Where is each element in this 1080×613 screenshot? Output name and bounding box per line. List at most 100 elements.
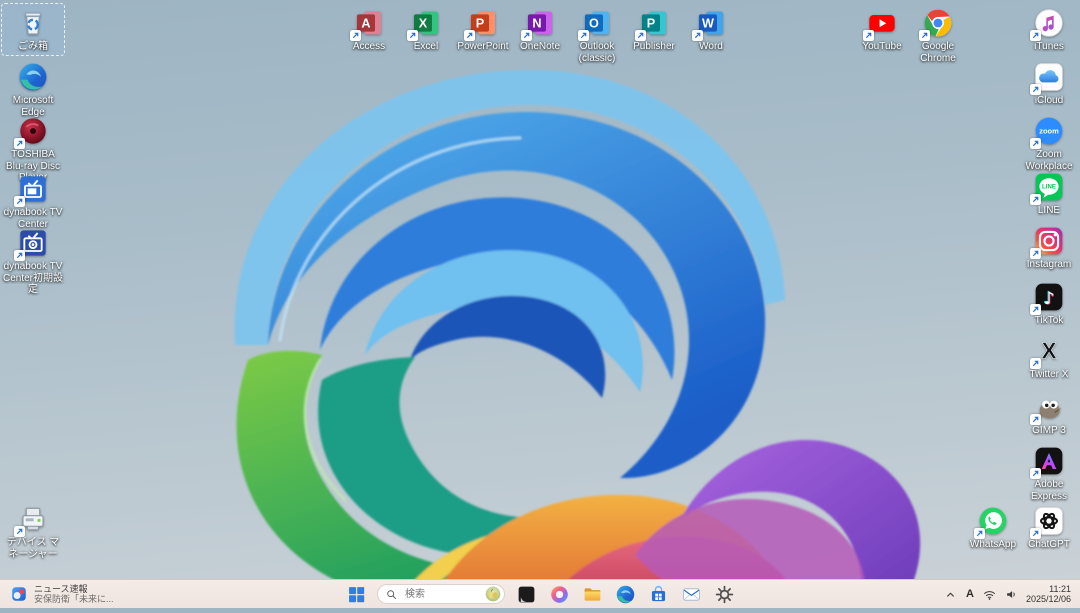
desktop-icon-chatgpt[interactable]: ChatGPT	[1018, 502, 1080, 553]
taskbar-app-store[interactable]	[646, 582, 670, 606]
widgets-icon	[10, 585, 28, 603]
shortcut-arrow-badge	[1030, 304, 1041, 315]
desktop-icon-device-manager[interactable]: デバイス マネージャー	[2, 500, 64, 562]
taskbar-search-box[interactable]	[377, 584, 505, 604]
widgets-news-button[interactable]: ニュース速報 安保防衛「未来に...	[0, 580, 124, 608]
hidden-icons-chevron[interactable]	[943, 587, 958, 602]
outlook-classic-icon: O	[581, 7, 613, 39]
shortcut-arrow-badge	[521, 30, 532, 41]
taskbar-app-mail[interactable]	[679, 582, 703, 606]
recycle-bin-icon	[17, 7, 49, 39]
shortcut-arrow-badge	[14, 250, 25, 261]
desktop-surface[interactable]: ごみ箱Microsoft EdgeTOSHIBA Blu-ray Disc Pl…	[0, 0, 1080, 608]
desktop-icon-label: Outlook (classic)	[567, 41, 627, 64]
taskbar-app-file-explorer[interactable]	[580, 582, 604, 606]
desktop-icon-excel[interactable]: XExcel	[395, 4, 457, 55]
shortcut-arrow-badge	[919, 30, 930, 41]
desktop-icon-itunes[interactable]: iTunes	[1018, 4, 1080, 55]
desktop-icon-adobe-express[interactable]: Adobe Express	[1018, 442, 1080, 504]
desktop-icon-powerpoint[interactable]: PPowerPoint	[452, 4, 514, 55]
desktop-icon-gimp[interactable]: GIMP 3	[1018, 388, 1080, 439]
svg-text:N: N	[532, 16, 541, 30]
edge-icon	[615, 584, 636, 605]
desktop-icon-label: Twitter X	[1030, 369, 1069, 381]
google-chrome-icon	[922, 7, 954, 39]
desktop-icon-label: Word	[699, 41, 723, 53]
desktop-icon-label: dynabook TV Center初期設定	[3, 261, 63, 296]
taskbar-app-settings[interactable]	[712, 582, 736, 606]
desktop-icon-label: Adobe Express	[1019, 479, 1079, 502]
desktop-icon-onenote[interactable]: N OneNote	[509, 4, 571, 55]
shortcut-arrow-badge	[407, 30, 418, 41]
desktop-icon-label: OneNote	[520, 41, 560, 53]
desktop-icon-tiktok[interactable]: ♪♪♪TikTok	[1018, 278, 1080, 329]
start-button[interactable]	[344, 582, 368, 606]
speaker-icon[interactable]	[1004, 587, 1019, 602]
search-daily-image[interactable]	[485, 586, 501, 602]
shortcut-arrow-badge	[1030, 358, 1041, 369]
svg-text:zoom: zoom	[1039, 127, 1059, 136]
shortcut-arrow-badge	[635, 30, 646, 41]
desktop-icon-access[interactable]: AAccess	[338, 4, 400, 55]
desktop-icon-line[interactable]: LINE LINE	[1018, 168, 1080, 219]
wifi-icon[interactable]	[982, 587, 997, 602]
svg-text:X: X	[419, 16, 428, 30]
itunes-icon	[1033, 7, 1065, 39]
desktop-icon-recycle-bin[interactable]: ごみ箱	[2, 4, 64, 55]
shortcut-arrow-badge	[1030, 138, 1041, 149]
desktop-icon-instagram[interactable]: Instagram	[1018, 222, 1080, 273]
desktop-icon-youtube[interactable]: YouTube	[851, 4, 913, 55]
device-manager-icon	[17, 503, 49, 535]
taskbar: ニュース速報 安保防衛「未来に... A 11:21 202	[0, 579, 1080, 608]
shortcut-arrow-badge	[863, 30, 874, 41]
desktop-icon-label: TikTok	[1035, 315, 1064, 327]
desktop-icon-google-chrome[interactable]: Google Chrome	[907, 4, 969, 66]
taskbar-app-copilot[interactable]	[547, 582, 571, 606]
desktop-icon-label: WhatsApp	[970, 539, 1016, 551]
chatgpt-icon	[1033, 505, 1065, 537]
taskbar-center-group	[344, 580, 736, 608]
desktop-icon-publisher[interactable]: PPublisher	[623, 4, 685, 55]
desktop-icon-word[interactable]: W Word	[680, 4, 742, 55]
store-icon	[648, 584, 669, 605]
desktop-icon-label: YouTube	[862, 41, 901, 53]
twitter-x-icon: X	[1033, 335, 1065, 367]
shortcut-arrow-badge	[692, 30, 703, 41]
mail-icon	[681, 584, 702, 605]
gimp-icon	[1033, 391, 1065, 423]
shortcut-arrow-badge	[1030, 84, 1041, 95]
settings-icon	[714, 584, 735, 605]
desktop-icon-label: デバイス マネージャー	[3, 537, 63, 560]
access-icon: A	[353, 7, 385, 39]
desktop-icon-zoom-workplace[interactable]: zoomZoom Workplace	[1018, 112, 1080, 174]
line-icon: LINE	[1033, 171, 1065, 203]
dynabook-tv-setup-icon	[17, 227, 49, 259]
ime-mode-indicator[interactable]: A	[965, 588, 975, 600]
desktop-icon-outlook-classic[interactable]: OOutlook (classic)	[566, 4, 628, 66]
desktop-icon-whatsapp[interactable]: WhatsApp	[962, 502, 1024, 553]
publisher-icon: P	[638, 7, 670, 39]
search-icon	[385, 588, 398, 601]
word-icon: W	[695, 7, 727, 39]
desktop-icon-dynabook-tv-setup[interactable]: dynabook TV Center初期設定	[2, 224, 64, 298]
desktop-icon-label: LINE	[1038, 205, 1060, 217]
shortcut-arrow-badge	[974, 528, 985, 539]
search-input[interactable]	[403, 588, 480, 601]
shortcut-arrow-badge	[1030, 194, 1041, 205]
black-app-icon	[516, 584, 537, 605]
desktop-icon-label: iCloud	[1035, 95, 1063, 107]
taskbar-clock[interactable]: 11:21 2025/12/06	[1026, 584, 1071, 604]
desktop-icon-label: ChatGPT	[1028, 539, 1070, 551]
desktop-icon-dynabook-tv-center[interactable]: dynabook TV Center	[2, 170, 64, 232]
desktop-icon-icloud[interactable]: iCloud	[1018, 58, 1080, 109]
powerpoint-icon: P	[467, 7, 499, 39]
shortcut-arrow-badge	[14, 138, 25, 149]
shortcut-arrow-badge	[1030, 248, 1041, 259]
instagram-icon	[1033, 225, 1065, 257]
whatsapp-icon	[977, 505, 1009, 537]
taskbar-app-edge[interactable]	[613, 582, 637, 606]
desktop-icon-twitter-x[interactable]: X Twitter X	[1018, 332, 1080, 383]
taskbar-app-black-app[interactable]	[514, 582, 538, 606]
onenote-icon: N	[524, 7, 556, 39]
desktop-icon-microsoft-edge[interactable]: Microsoft Edge	[2, 58, 64, 120]
